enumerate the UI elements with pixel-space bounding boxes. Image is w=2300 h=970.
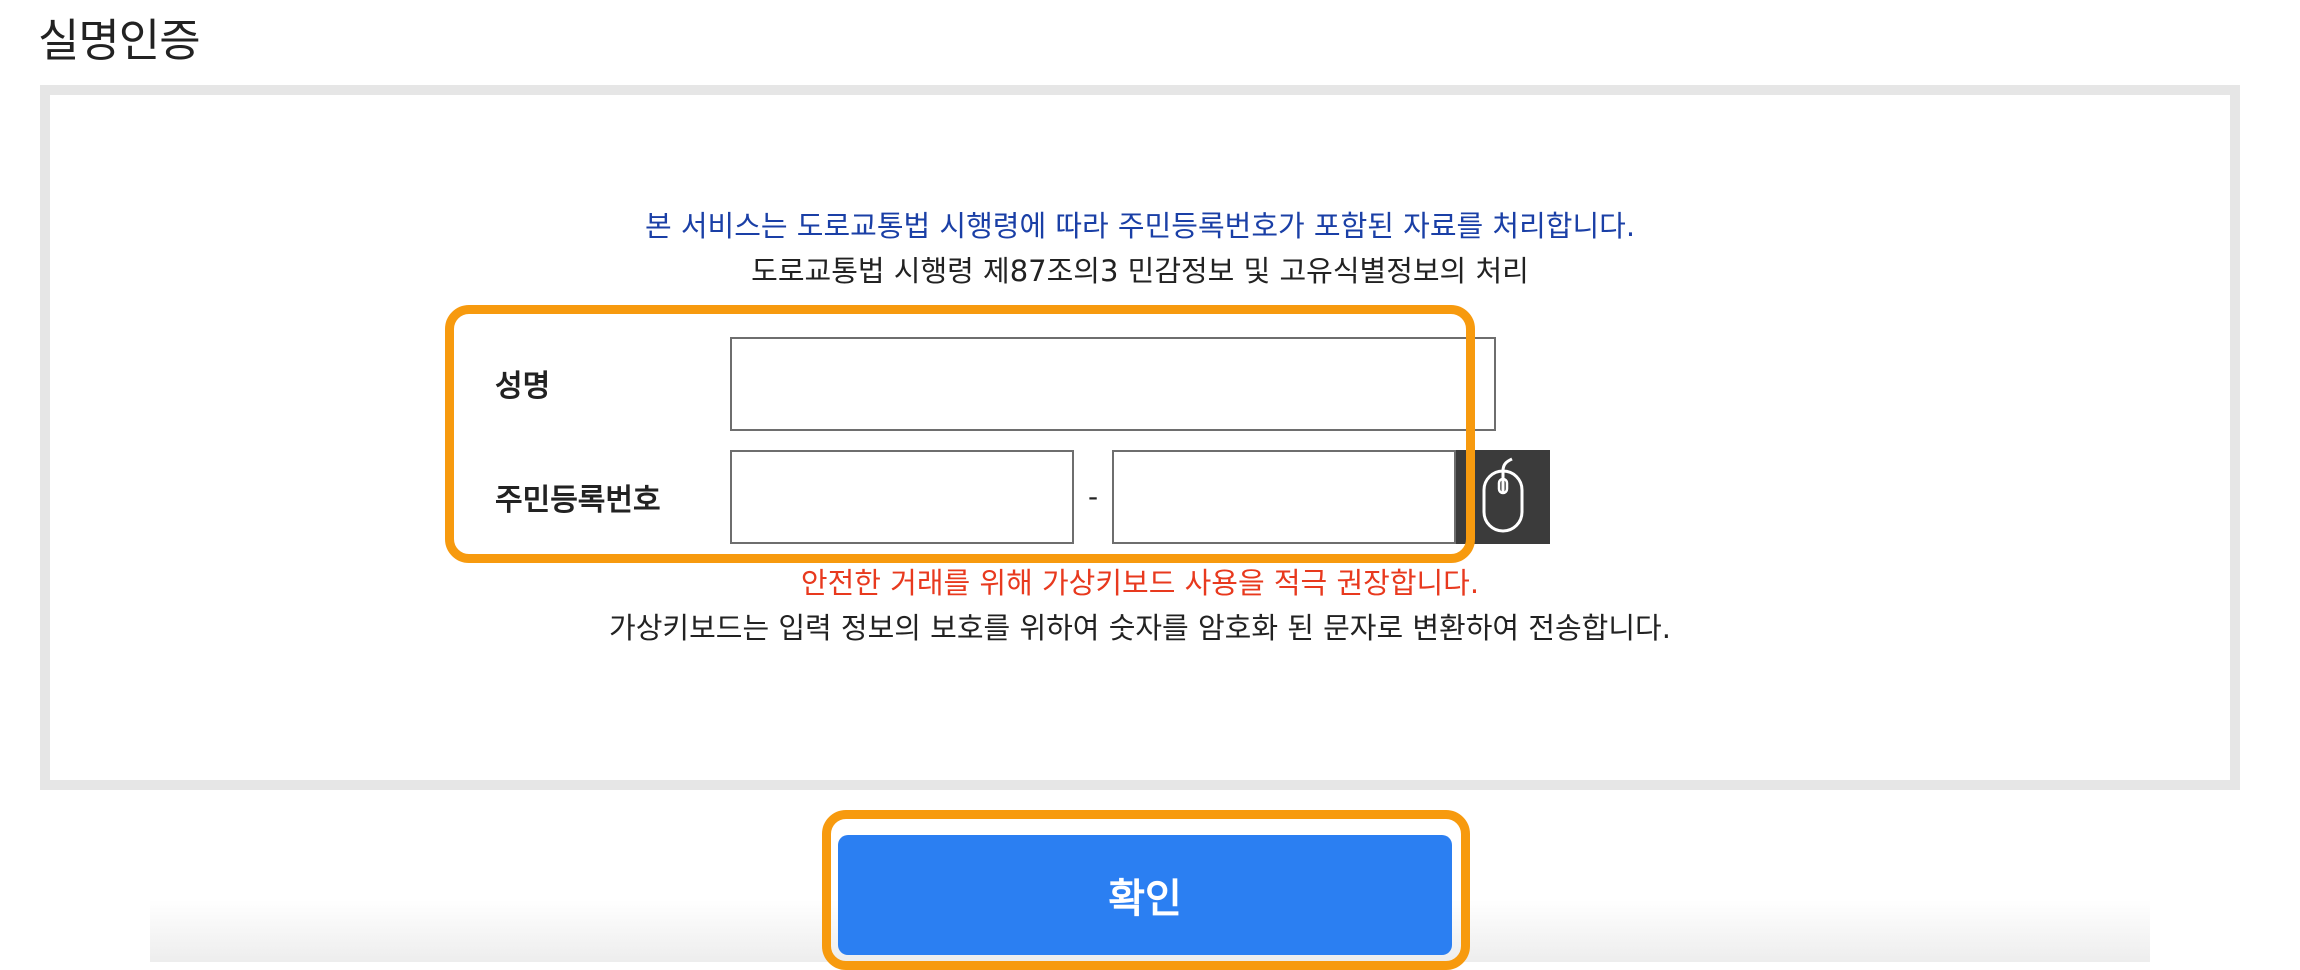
rrn-separator: -	[1088, 480, 1099, 513]
name-label: 성명	[495, 369, 551, 404]
mouse-icon	[1482, 457, 1524, 533]
rrn-label: 주민등록번호	[495, 483, 661, 518]
rrn-front-input[interactable]	[730, 450, 1074, 544]
page-title: 실명인증	[38, 14, 201, 67]
rrn-back-input[interactable]	[1112, 450, 1456, 544]
virtual-keyboard-description: 가상키보드는 입력 정보의 보호를 위하여 숫자를 암호화 된 문자로 변환하여…	[609, 611, 1671, 645]
virtual-keyboard-warning: 안전한 거래를 위해 가상키보드 사용을 적극 권장합니다.	[800, 566, 1480, 600]
virtual-keyboard-button[interactable]	[1456, 450, 1550, 544]
name-input[interactable]	[730, 337, 1496, 431]
confirm-button[interactable]: 확인	[838, 835, 1452, 955]
law-reference: 도로교통법 시행령 제87조의3 민감정보 및 고유식별정보의 처리	[751, 254, 1529, 288]
privacy-statement: 본 서비스는 도로교통법 시행령에 따라 주민등록번호가 포함된 자료를 처리합…	[644, 209, 1636, 243]
identity-verification-panel: 본 서비스는 도로교통법 시행령에 따라 주민등록번호가 포함된 자료를 처리합…	[40, 85, 2240, 790]
